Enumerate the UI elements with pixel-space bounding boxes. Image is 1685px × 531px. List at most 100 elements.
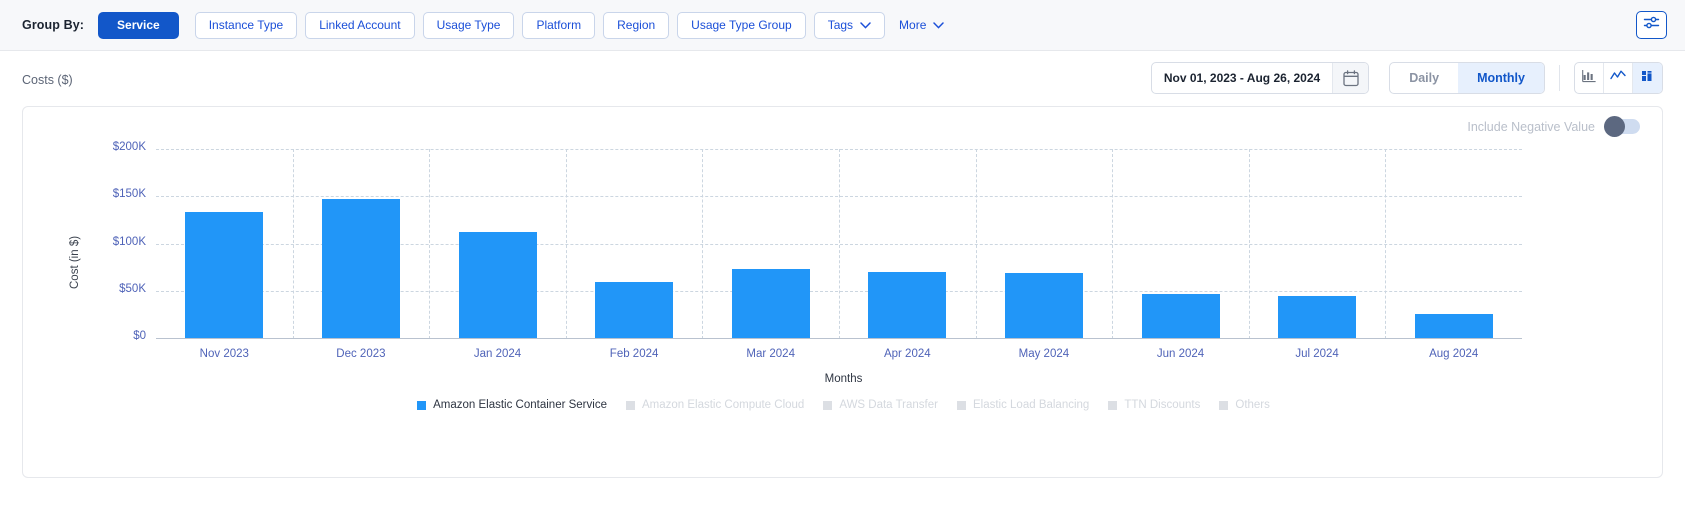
x-axis-tick-label: Jun 2024 xyxy=(1156,348,1205,360)
legend-swatch-icon xyxy=(1219,400,1229,410)
controls-divider xyxy=(1559,65,1560,91)
chevron-down-icon xyxy=(860,21,871,29)
group-by-chip-service[interactable]: Service xyxy=(98,11,179,39)
y-axis-tick-label: $100K xyxy=(112,235,146,248)
granularity-toggle: Daily Monthly xyxy=(1389,62,1545,94)
stacked-bar-chart-icon xyxy=(1640,69,1655,88)
bar-chart-icon xyxy=(1581,69,1597,88)
calendar-icon[interactable] xyxy=(1332,63,1369,93)
legend-item[interactable]: Amazon Elastic Compute Cloud xyxy=(625,399,805,411)
granularity-option-daily[interactable]: Daily xyxy=(1390,63,1458,93)
gridline-vertical xyxy=(975,149,977,339)
gridline-vertical xyxy=(702,149,704,339)
date-range-picker[interactable]: Nov 01, 2023 - Aug 26, 2024 xyxy=(1150,62,1370,94)
legend-swatch-icon xyxy=(823,400,833,410)
chart-controls-right: Nov 01, 2023 - Aug 26, 2024 Daily Monthly xyxy=(1150,62,1663,94)
x-axis-line xyxy=(156,338,1522,339)
group-by-chip-linked-account[interactable]: Linked Account xyxy=(305,11,415,39)
group-by-chip-region[interactable]: Region xyxy=(603,11,670,39)
y-axis-tick-label: $150K xyxy=(112,188,146,201)
group-by-chip-label: Linked Account xyxy=(319,18,401,32)
gridline-vertical xyxy=(1248,149,1250,339)
legend-swatch-icon xyxy=(417,400,427,410)
cost-explorer-page: Group By: Service Instance Type Linked Ac… xyxy=(0,0,1685,531)
group-by-chip-label: Region xyxy=(617,18,656,32)
x-axis-tick-label: May 2024 xyxy=(1018,348,1070,360)
y-axis-tick-label: $50K xyxy=(119,282,146,295)
gridline-vertical xyxy=(1112,149,1114,339)
bar-dec-2023[interactable] xyxy=(321,199,400,338)
group-by-chip-tags[interactable]: Tags xyxy=(813,11,886,39)
bar-jun-2024[interactable] xyxy=(1141,293,1220,338)
chart-legend: Amazon Elastic Container Service Amazon E… xyxy=(23,399,1664,411)
chevron-down-icon xyxy=(933,21,945,29)
group-by-more-label: More xyxy=(899,18,927,32)
y-axis-ticks: $0 $50K $100K $150K $200K xyxy=(78,107,146,479)
group-by-chip-platform[interactable]: Platform xyxy=(522,11,596,39)
legend-item[interactable]: TTN Discounts xyxy=(1108,399,1200,411)
group-by-label: Group By: xyxy=(22,18,85,32)
group-by-chip-label: Platform xyxy=(536,18,582,32)
x-axis-tick-label: Jul 2024 xyxy=(1295,348,1339,360)
y-axis-tick-label: $200K xyxy=(112,141,146,153)
legend-label: TTN Discounts xyxy=(1124,399,1201,411)
gridline-vertical xyxy=(839,149,840,339)
granularity-option-monthly[interactable]: Monthly xyxy=(1458,63,1544,93)
bar-mar-2024[interactable] xyxy=(731,269,810,338)
group-by-more-button[interactable]: More xyxy=(899,18,945,32)
legend-label: Amazon Elastic Container Service xyxy=(433,399,607,411)
legend-item[interactable]: Others xyxy=(1219,399,1270,411)
y-axis-tick-label: $0 xyxy=(133,330,146,342)
line-chart-icon xyxy=(1610,69,1626,87)
legend-item[interactable]: Amazon Elastic Container Service xyxy=(417,399,607,411)
group-by-chip-list: Instance Type Linked Account Usage Type Pla… xyxy=(194,11,893,39)
bar-feb-2024[interactable] xyxy=(595,282,674,338)
legend-item[interactable]: AWS Data Transfer xyxy=(823,399,938,411)
bar-jan-2024[interactable] xyxy=(458,232,537,338)
group-by-chip-label: Usage Type xyxy=(436,18,501,32)
group-by-chip-label: Tags xyxy=(827,18,854,32)
bar-may-2024[interactable] xyxy=(1004,272,1083,338)
group-by-chip-usage-type-group[interactable]: Usage Type Group xyxy=(677,11,806,39)
legend-label: Amazon Elastic Compute Cloud xyxy=(641,399,805,411)
gridline-vertical xyxy=(292,149,294,339)
stacked-bar-chart-icon-button[interactable] xyxy=(1633,63,1662,93)
x-axis-tick-label: Nov 2023 xyxy=(199,348,249,360)
chart-controls-row: Costs ($) Nov 01, 2023 - Aug 26, 2024 Da… xyxy=(0,51,1685,109)
legend-item[interactable]: Elastic Load Balancing xyxy=(956,399,1090,411)
x-axis-label: Months xyxy=(824,373,863,385)
x-axis-tick-label: Apr 2024 xyxy=(883,348,931,360)
x-axis-tick-label: Aug 2024 xyxy=(1429,348,1479,360)
cost-bar-chart: Cost (in $) $0 $50K $100K $150K $200K Nov 20… xyxy=(23,107,1664,479)
legend-label: Elastic Load Balancing xyxy=(972,399,1090,411)
bar-aug-2024[interactable] xyxy=(1414,314,1493,338)
bar-jul-2024[interactable] xyxy=(1278,296,1357,338)
bar-nov-2023[interactable] xyxy=(185,212,264,338)
line-chart-icon-button[interactable] xyxy=(1604,63,1633,93)
bar-chart-icon-button[interactable] xyxy=(1575,63,1604,93)
sliders-icon xyxy=(1643,15,1660,35)
date-range-value: Nov 01, 2023 - Aug 26, 2024 xyxy=(1163,71,1321,85)
legend-label: AWS Data Transfer xyxy=(839,399,938,411)
chart-card: Include Negative Value Cost (in $) $0 $50… xyxy=(22,106,1663,478)
group-by-chip-label: Instance Type xyxy=(208,18,284,32)
x-axis-tick-label: Jan 2024 xyxy=(473,348,522,360)
chart-type-toggle xyxy=(1574,62,1663,94)
costs-label: Costs ($) xyxy=(22,73,73,87)
gridline-vertical xyxy=(565,149,567,339)
settings-button[interactable] xyxy=(1636,11,1667,39)
x-axis-tick-label: Dec 2023 xyxy=(336,348,386,360)
legend-swatch-icon xyxy=(625,400,635,410)
legend-swatch-icon xyxy=(956,400,966,410)
legend-swatch-icon xyxy=(1108,400,1118,410)
gridline-vertical xyxy=(429,149,431,339)
bar-apr-2024[interactable] xyxy=(868,271,947,338)
group-by-chip-instance-type[interactable]: Instance Type xyxy=(194,11,298,39)
group-by-chip-label: Usage Type Group xyxy=(691,18,792,32)
gridline-vertical xyxy=(1385,149,1387,339)
group-by-chip-usage-type[interactable]: Usage Type xyxy=(422,11,515,39)
group-by-toolbar: Group By: Service Instance Type Linked Ac… xyxy=(0,0,1685,51)
x-axis-tick-label: Mar 2024 xyxy=(746,348,795,360)
legend-label: Others xyxy=(1235,399,1270,411)
x-axis-tick-label: Feb 2024 xyxy=(609,348,659,360)
